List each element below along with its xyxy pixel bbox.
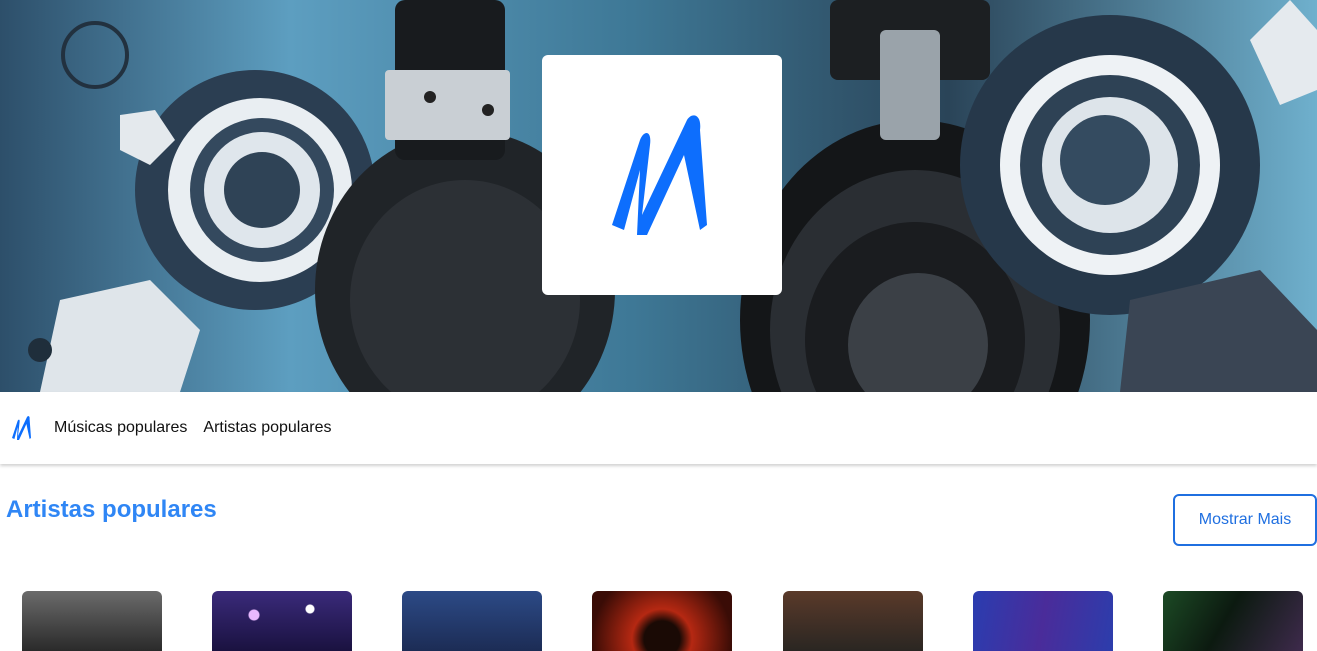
show-more-button[interactable]: Mostrar Mais bbox=[1173, 494, 1317, 546]
artist-thumbnail bbox=[1163, 591, 1303, 651]
artist-list bbox=[0, 591, 1317, 651]
nav-link-popular-songs[interactable]: Músicas populares bbox=[54, 419, 187, 437]
artist-thumbnail bbox=[212, 591, 352, 651]
artist-card[interactable] bbox=[212, 591, 352, 651]
artist-thumbnail bbox=[973, 591, 1113, 651]
top-navbar: Músicas populares Artistas populares bbox=[0, 392, 1317, 464]
section-title: Artistas populares bbox=[6, 496, 217, 523]
artist-thumbnail bbox=[402, 591, 542, 651]
artist-card[interactable] bbox=[973, 591, 1113, 651]
artist-card[interactable] bbox=[1163, 591, 1303, 651]
hero-banner bbox=[0, 0, 1317, 392]
artist-thumbnail bbox=[783, 591, 923, 651]
artist-card[interactable] bbox=[592, 591, 732, 651]
artist-thumbnail bbox=[592, 591, 732, 651]
artist-card[interactable] bbox=[22, 591, 162, 651]
hero-logo-card bbox=[542, 55, 782, 295]
artist-thumbnail bbox=[22, 591, 162, 651]
m-logo-icon bbox=[612, 115, 707, 235]
nav-link-popular-artists[interactable]: Artistas populares bbox=[203, 419, 331, 437]
artist-card[interactable] bbox=[402, 591, 542, 651]
artist-card[interactable] bbox=[783, 591, 923, 651]
m-logo-icon[interactable] bbox=[8, 413, 36, 443]
